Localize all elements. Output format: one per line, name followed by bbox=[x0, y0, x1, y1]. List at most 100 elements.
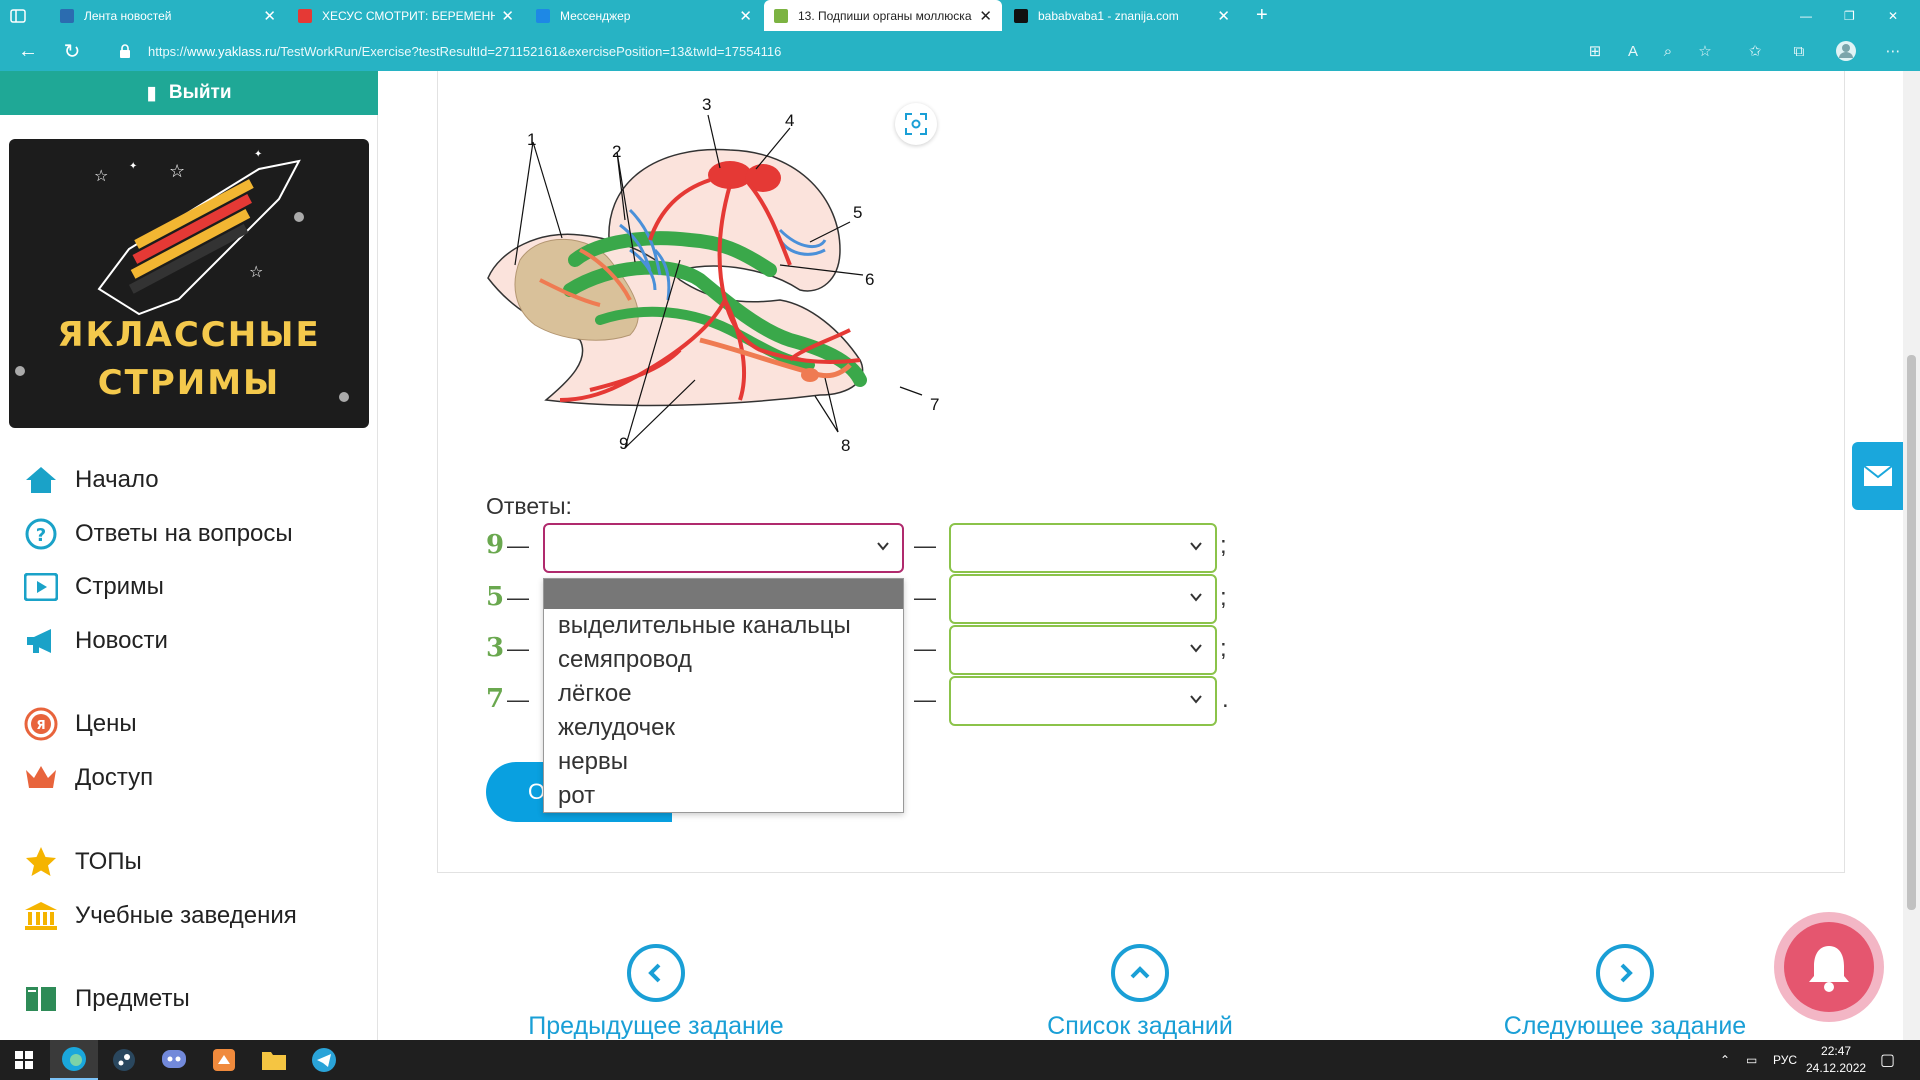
favorites-icon[interactable]: ✩ bbox=[1742, 38, 1768, 64]
next-task-link[interactable]: Следующее задание bbox=[1460, 944, 1790, 1041]
svg-text:☆: ☆ bbox=[249, 264, 263, 281]
streams-promo-banner[interactable]: ☆ ☆ ☆ ✦ ✦ ЯКЛАССНЫЕ СТРИМЫ bbox=[9, 139, 369, 428]
sidebar-item-answers[interactable]: ? Ответы на вопросы bbox=[23, 514, 293, 554]
clock[interactable]: 22:47 24.12.2022 bbox=[1806, 1040, 1866, 1080]
sidebar-item-tops[interactable]: ТОПы bbox=[23, 842, 142, 882]
dropdown-option[interactable]: выделительные канальцы bbox=[544, 609, 903, 643]
zoom-icon[interactable]: ⌕ bbox=[1655, 38, 1681, 64]
logout-button[interactable]: ▮ Выйти bbox=[0, 71, 378, 115]
network-icon[interactable]: ▭ bbox=[1746, 1040, 1757, 1080]
feedback-mail-button[interactable] bbox=[1852, 442, 1904, 510]
taskbar-discord[interactable] bbox=[150, 1040, 198, 1080]
close-icon[interactable]: ✕ bbox=[501, 7, 514, 25]
read-aloud-icon[interactable]: A bbox=[1620, 38, 1646, 64]
taskbar-telegram[interactable] bbox=[300, 1040, 348, 1080]
dropdown-option[interactable]: нервы bbox=[544, 745, 903, 779]
browser-tab[interactable]: Мессенджер ✕ bbox=[526, 0, 762, 31]
reload-button[interactable]: ↻ bbox=[54, 31, 90, 71]
answer-select[interactable] bbox=[949, 676, 1217, 726]
dropdown-option[interactable]: рот bbox=[544, 779, 903, 813]
row-end-punctuation: ; bbox=[1220, 584, 1227, 611]
dropdown-option[interactable]: лёгкое bbox=[544, 677, 903, 711]
new-tab-button[interactable]: + bbox=[1246, 0, 1276, 31]
row-end-punctuation: ; bbox=[1220, 532, 1227, 559]
row-number: 9 bbox=[486, 530, 505, 560]
taskbar-edge[interactable] bbox=[50, 1040, 98, 1080]
notifications-button[interactable] bbox=[1774, 912, 1884, 1022]
lock-icon[interactable] bbox=[116, 42, 134, 60]
answer-select[interactable] bbox=[949, 574, 1217, 624]
close-icon[interactable]: ✕ bbox=[979, 7, 992, 25]
star-icon bbox=[23, 844, 59, 880]
add-favorite-icon[interactable]: ☆ bbox=[1692, 38, 1718, 64]
url-domain: www.yaklass.ru bbox=[187, 43, 277, 59]
dropdown-option-empty[interactable] bbox=[544, 579, 903, 609]
start-button[interactable] bbox=[0, 1040, 48, 1080]
tab-actions-button[interactable] bbox=[0, 0, 40, 31]
input-language[interactable]: РУС bbox=[1773, 1040, 1797, 1080]
sidebar-item-institutions[interactable]: Учебные заведения bbox=[23, 896, 297, 936]
clock-date: 24.12.2022 bbox=[1806, 1061, 1867, 1075]
tab-title: 13. Подпиши органы моллюска bbox=[798, 8, 972, 23]
close-icon[interactable]: ✕ bbox=[263, 7, 276, 25]
answer-select-focused[interactable] bbox=[543, 523, 904, 573]
play-icon bbox=[23, 569, 59, 605]
diagram-label-5: 5 bbox=[853, 203, 863, 222]
sidebar-item-label: Учебные заведения bbox=[75, 902, 297, 929]
previous-task-link[interactable]: Предыдущее задание bbox=[491, 944, 821, 1041]
sidebar-item-label: Предметы bbox=[75, 985, 190, 1012]
row-end-punctuation: ; bbox=[1220, 635, 1227, 662]
window-close-button[interactable]: ✕ bbox=[1878, 0, 1908, 31]
folder-icon bbox=[262, 1052, 286, 1070]
steam-icon bbox=[113, 1049, 135, 1071]
sidebar-item-subjects[interactable]: Предметы bbox=[23, 979, 190, 1019]
dash: — bbox=[507, 636, 529, 661]
dropdown-option[interactable]: желудочек bbox=[544, 711, 903, 745]
taskbar-steam[interactable] bbox=[100, 1040, 148, 1080]
sidebar-item-home[interactable]: Начало bbox=[23, 460, 159, 500]
sidebar-item-prices[interactable]: Я Цены bbox=[23, 704, 137, 744]
diagram-label-2: 2 bbox=[612, 142, 622, 161]
taskbar-app[interactable] bbox=[200, 1040, 248, 1080]
more-icon[interactable]: ⋯ bbox=[1880, 38, 1906, 64]
minimize-button[interactable]: — bbox=[1790, 0, 1820, 31]
close-icon[interactable]: ✕ bbox=[739, 7, 752, 25]
answer-select[interactable] bbox=[949, 625, 1217, 675]
browser-tab[interactable]: ХЕСУС СМОТРИТ: БЕРЕМЕННА ✕ bbox=[288, 0, 524, 31]
task-list-link[interactable]: Список заданий bbox=[975, 944, 1305, 1041]
dropdown-option[interactable]: семяпровод bbox=[544, 643, 903, 677]
browser-tab-active[interactable]: 13. Подпиши органы моллюска ✕ bbox=[764, 0, 1002, 31]
restore-icon: ❐ bbox=[1844, 8, 1855, 23]
browser-tab[interactable]: bababvaba1 - znanija.com ✕ bbox=[1004, 0, 1240, 31]
notifications-button-inner bbox=[1784, 922, 1874, 1012]
tray-chevron-up-icon[interactable]: ⌃ bbox=[1720, 1040, 1730, 1080]
answer-dropdown-list[interactable]: выделительные канальцы семяпровод лёгкое… bbox=[543, 578, 904, 813]
row-end-punctuation: . bbox=[1222, 686, 1229, 713]
sidebar-item-news[interactable]: Новости bbox=[23, 621, 168, 661]
dash: — bbox=[507, 533, 529, 558]
diagram-label-4: 4 bbox=[785, 111, 795, 130]
chevron-up-icon bbox=[1111, 944, 1169, 1002]
close-icon[interactable]: ✕ bbox=[1217, 7, 1230, 25]
telegram-icon bbox=[312, 1048, 336, 1072]
task-list-label: Список заданий bbox=[1047, 1012, 1233, 1040]
messenger-favicon-icon bbox=[536, 8, 550, 23]
taskbar-explorer[interactable] bbox=[250, 1040, 298, 1080]
sidebar-item-access[interactable]: Доступ bbox=[23, 758, 153, 798]
dash: — bbox=[507, 585, 529, 610]
collections-icon[interactable]: ⧉ bbox=[1786, 38, 1812, 64]
restore-button[interactable]: ❐ bbox=[1834, 0, 1864, 31]
mollusk-anatomy-diagram bbox=[487, 114, 923, 449]
sidebar-item-streams[interactable]: Стримы bbox=[23, 567, 164, 607]
notification-center-icon[interactable]: ▢ bbox=[1880, 1040, 1895, 1080]
browser-tab[interactable]: Лента новостей ✕ bbox=[50, 0, 286, 31]
visual-search-button[interactable] bbox=[895, 103, 937, 145]
dash: — bbox=[914, 585, 936, 610]
chevron-down-icon bbox=[1190, 695, 1202, 704]
url-field[interactable]: https://www.yaklass.ru/TestWorkRun/Exerc… bbox=[148, 38, 1648, 64]
app-available-icon[interactable]: ⊞ bbox=[1582, 38, 1608, 64]
scrollbar-thumb[interactable] bbox=[1907, 355, 1916, 910]
profile-avatar-icon[interactable] bbox=[1833, 38, 1859, 64]
answer-select[interactable] bbox=[949, 523, 1217, 573]
back-button[interactable]: ← bbox=[10, 31, 46, 71]
